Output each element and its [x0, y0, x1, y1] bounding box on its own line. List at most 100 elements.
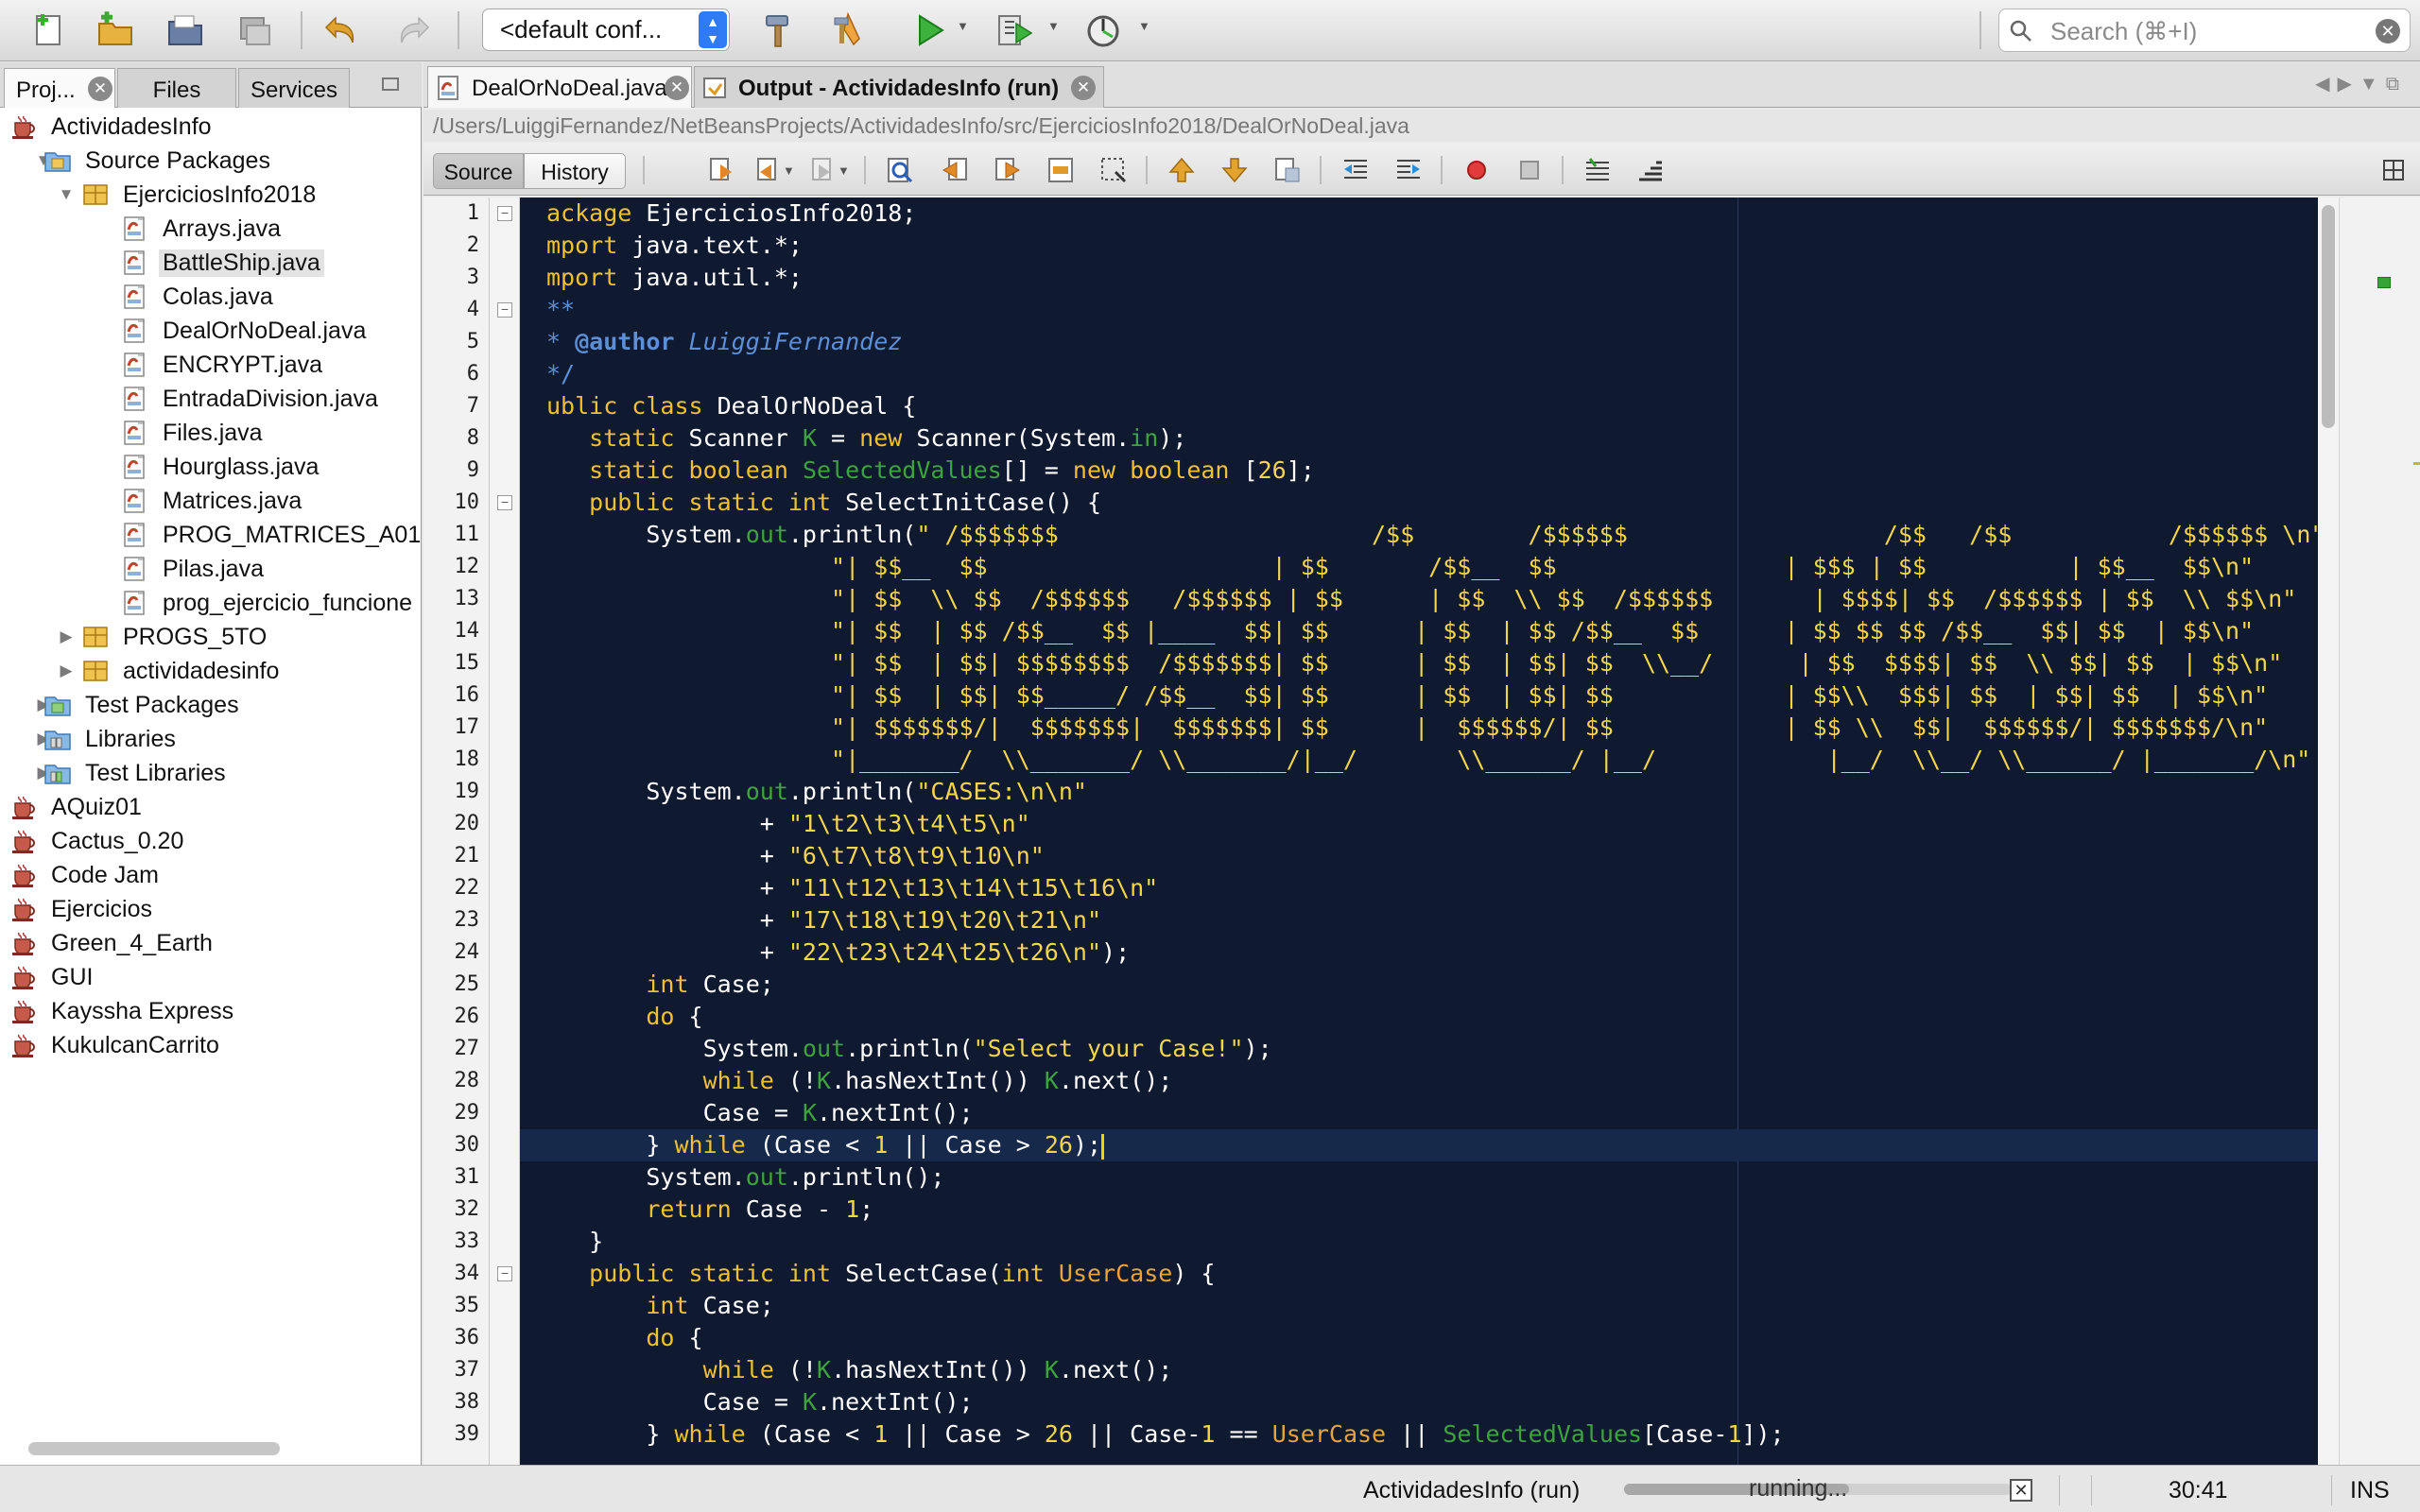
line-number[interactable]: 39: [424, 1422, 480, 1446]
line-number[interactable]: 23: [424, 908, 480, 932]
line-number[interactable]: 27: [424, 1037, 480, 1060]
code-line[interactable]: public static int SelectInitCase() {: [546, 487, 1101, 519]
code-line[interactable]: "| $$ | $$ /$$__ $$ |____ $$| $$ | $$ | …: [546, 615, 2254, 647]
code-line[interactable]: * @author LuiggiFernandez: [546, 326, 902, 358]
line-number[interactable]: 15: [424, 651, 480, 675]
code-line[interactable]: + "22\t23\t24\t25\t26\n");: [546, 936, 1130, 969]
code-line[interactable]: while (!K.hasNextInt()) K.next();: [546, 1354, 1173, 1386]
tree-item[interactable]: ActividadesInfo: [0, 110, 422, 144]
line-number[interactable]: 31: [424, 1165, 480, 1189]
tree-item[interactable]: Arrays.java: [0, 212, 422, 246]
profile-dropdown-icon[interactable]: ▼: [1138, 19, 1150, 33]
tree-item[interactable]: Hourglass.java: [0, 450, 422, 484]
tab-dealornodeal[interactable]: DealOrNoDeal.java ✕: [427, 66, 692, 108]
line-number[interactable]: 10: [424, 490, 480, 514]
line-number[interactable]: 18: [424, 747, 480, 771]
undo-icon[interactable]: [318, 6, 367, 55]
line-number[interactable]: 6: [424, 362, 479, 386]
editor-vertical-scrollbar[interactable]: [2318, 198, 2339, 1498]
tree-item[interactable]: ▶ Test Libraries: [0, 756, 422, 790]
back-dropdown-icon[interactable]: ▼: [783, 163, 795, 178]
code-editor[interactable]: ackage EjerciciosInfo2018; mport java.tex…: [520, 198, 2318, 1498]
line-number[interactable]: 13: [424, 587, 480, 610]
code-line[interactable]: "| $$ | $$| $$$$$$$$ /$$$$$$$| $$ | $$ |…: [546, 647, 2282, 679]
run-dropdown-icon[interactable]: ▼: [957, 19, 969, 33]
forward-icon[interactable]: [805, 154, 839, 186]
tree-item[interactable]: PROG_MATRICES_A010: [0, 518, 422, 552]
line-number[interactable]: 24: [424, 940, 480, 964]
clear-search-icon[interactable]: ✕: [2376, 19, 2400, 43]
stop-macro-recording-icon[interactable]: [1512, 154, 1547, 186]
tree-item[interactable]: Pilas.java: [0, 552, 422, 586]
line-number[interactable]: 19: [424, 780, 480, 803]
line-number[interactable]: 26: [424, 1005, 480, 1028]
line-number[interactable]: 4: [424, 298, 479, 321]
line-number[interactable]: 16: [424, 683, 480, 707]
configuration-select[interactable]: <default conf... ▲ ▼: [482, 9, 730, 51]
tree-item[interactable]: ENCRYPT.java: [0, 348, 422, 382]
tab-output[interactable]: Output - ActividadesInfo (run) ✕: [694, 66, 1104, 108]
find-previous-icon[interactable]: [938, 154, 972, 186]
find-next-icon[interactable]: [991, 154, 1025, 186]
code-line[interactable]: }: [546, 1226, 603, 1258]
code-line[interactable]: static boolean SelectedValues[] = new bo…: [546, 455, 1315, 487]
toggle-highlight-icon[interactable]: [1044, 154, 1078, 186]
line-number[interactable]: 8: [424, 426, 479, 450]
code-line[interactable]: + "11\t12\t13\t14\t15\t16\n": [546, 872, 1158, 904]
line-number[interactable]: 12: [424, 555, 480, 578]
new-project-icon[interactable]: [91, 6, 140, 55]
line-number[interactable]: 34: [424, 1262, 480, 1285]
code-line[interactable]: */: [546, 358, 575, 390]
line-number[interactable]: 36: [424, 1326, 480, 1349]
last-edit-icon[interactable]: [705, 154, 739, 186]
shift-left-icon[interactable]: [1339, 154, 1373, 186]
stop-task-button[interactable]: ✕: [2010, 1479, 2032, 1502]
code-line[interactable]: ublic class DealOrNoDeal {: [546, 390, 916, 422]
tree-item[interactable]: Ejercicios: [0, 892, 422, 926]
line-number[interactable]: 32: [424, 1197, 480, 1221]
next-bookmark-icon[interactable]: [1218, 154, 1252, 186]
tree-item[interactable]: ▶ Libraries: [0, 722, 422, 756]
tree-item[interactable]: BattleShip.java: [0, 246, 422, 280]
line-number[interactable]: 7: [424, 394, 479, 418]
open-project-icon[interactable]: [161, 6, 210, 55]
code-line[interactable]: "| $$ \\ $$ /$$$$$$ /$$$$$$ | $$ | $$ \\…: [546, 583, 2296, 615]
source-button[interactable]: Source: [433, 153, 524, 189]
search-field[interactable]: Search (⌘+I) ✕: [1998, 9, 2411, 52]
fold-toggle-icon[interactable]: −: [497, 206, 512, 221]
forward-dropdown-icon[interactable]: ▼: [838, 163, 850, 178]
tab-projects[interactable]: Proj... ✕: [4, 68, 115, 108]
code-line[interactable]: "| $$$$$$$/| $$$$$$$| $$$$$$$| $$ | $$$$…: [546, 712, 2268, 744]
tree-item[interactable]: Colas.java: [0, 280, 422, 314]
code-line[interactable]: System.out.println();: [546, 1161, 944, 1194]
no-errors-icon[interactable]: [2377, 277, 2391, 288]
tree-item[interactable]: EntradaDivision.java: [0, 382, 422, 416]
collapsed-arrow-icon[interactable]: ▶: [57, 662, 76, 680]
fold-toggle-icon[interactable]: −: [497, 495, 512, 510]
run-icon[interactable]: [906, 6, 955, 55]
tree-item[interactable]: KukulcanCarrito: [0, 1028, 422, 1062]
code-line[interactable]: ackage EjerciciosInfo2018;: [546, 198, 916, 230]
code-line[interactable]: while (!K.hasNextInt()) K.next();: [546, 1065, 1173, 1097]
line-number[interactable]: 30: [424, 1133, 480, 1157]
find-icon[interactable]: [883, 154, 917, 186]
line-number[interactable]: 21: [424, 844, 480, 868]
code-line[interactable]: int Case;: [546, 1290, 773, 1322]
line-number[interactable]: 2: [424, 233, 479, 257]
code-line[interactable]: **: [546, 294, 575, 326]
collapsed-arrow-icon[interactable]: ▶: [57, 627, 76, 646]
line-number[interactable]: 33: [424, 1229, 480, 1253]
line-number[interactable]: 14: [424, 619, 480, 643]
code-line[interactable]: static Scanner K = new Scanner(System.in…: [546, 422, 1186, 455]
code-line[interactable]: return Case - 1;: [546, 1194, 873, 1226]
code-line[interactable]: Case = K.nextInt();: [546, 1097, 974, 1129]
build-icon[interactable]: [756, 6, 805, 55]
code-line[interactable]: int Case;: [546, 969, 773, 1001]
tree-item[interactable]: Kayssha Express: [0, 994, 422, 1028]
comment-icon[interactable]: [1581, 154, 1615, 186]
code-line[interactable]: System.out.println("Select your Case!");: [546, 1033, 1272, 1065]
tree-item[interactable]: ▼ Source Packages: [0, 144, 422, 178]
code-line[interactable]: "| $$__ $$ | $$ /$$__ $$ | $$$ | $$ | $$…: [546, 551, 2254, 583]
expanded-arrow-icon[interactable]: ▼: [57, 185, 76, 204]
line-number[interactable]: 22: [424, 876, 480, 900]
